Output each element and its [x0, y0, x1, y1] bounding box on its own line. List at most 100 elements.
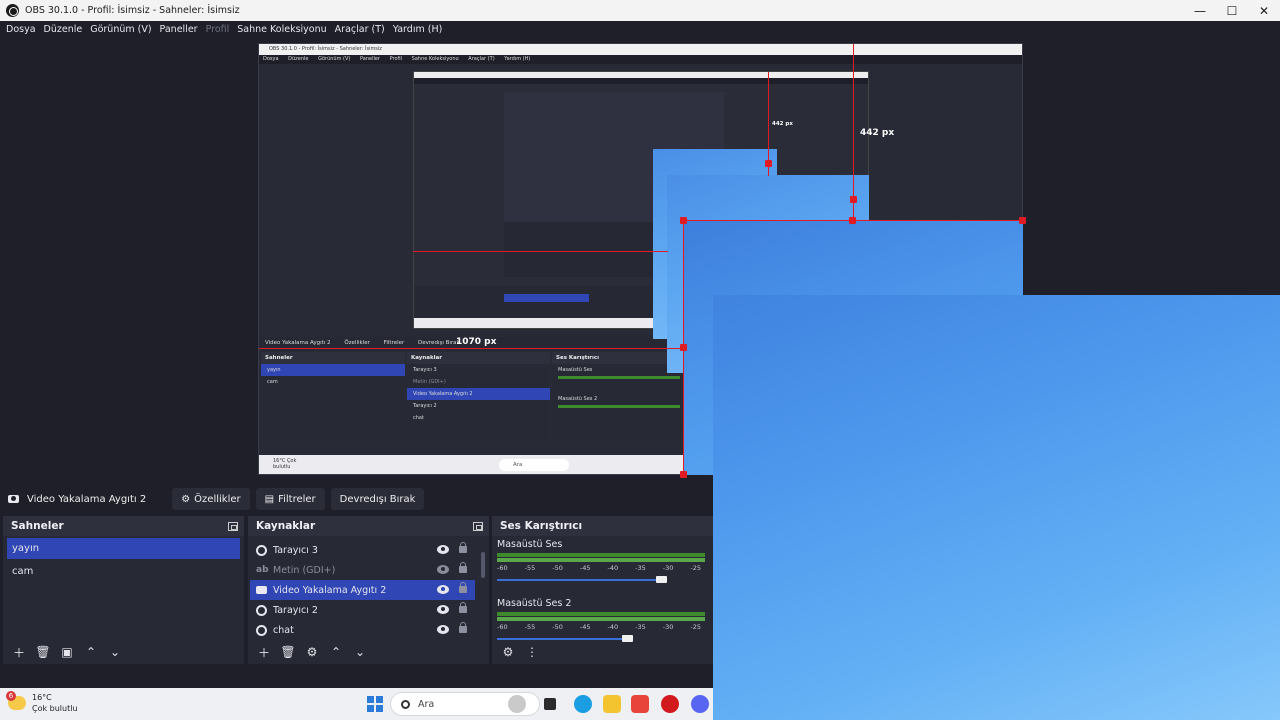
- move-down-button[interactable]: ⌄: [350, 642, 370, 662]
- mixer-menu-button[interactable]: ⋮: [522, 642, 542, 662]
- source-item[interactable]: chat: [250, 620, 475, 640]
- eye-icon[interactable]: [437, 545, 449, 554]
- nested-scene-row: cam: [267, 379, 278, 385]
- scene-item[interactable]: yayın: [7, 538, 240, 559]
- volume-meter: [497, 617, 705, 621]
- minimize-button[interactable]: —: [1184, 0, 1216, 21]
- source-item[interactable]: Video Yakalama Aygıtı 2: [250, 580, 475, 600]
- source-item[interactable]: Tarayıcı 2: [250, 600, 475, 620]
- scale-tick: -25: [690, 623, 701, 631]
- camera-icon: [256, 586, 267, 594]
- windows-start-icon[interactable]: [367, 696, 383, 712]
- filters-button[interactable]: ▤ Filtreler: [255, 488, 325, 510]
- nested-mixer-panel: Ses Karıştırıcı Masaüstü Ses Masaüstü Se…: [552, 352, 686, 442]
- nested-mixer-title: Ses Karıştırıcı: [552, 352, 686, 364]
- source-toolbar: Video Yakalama Aygıtı 2 ⚙ Özellikler ▤ F…: [0, 486, 713, 512]
- menu-docks[interactable]: Paneller: [158, 24, 204, 35]
- lock-icon[interactable]: [459, 622, 467, 633]
- opera-icon[interactable]: [661, 695, 679, 713]
- menu-view[interactable]: Görünüm (V): [88, 24, 157, 35]
- scale-tick: -40: [607, 623, 619, 631]
- resize-handle-left[interactable]: [680, 344, 687, 351]
- move-up-button[interactable]: ⌃: [81, 642, 101, 662]
- task-view-icon[interactable]: [544, 698, 556, 710]
- move-down-button[interactable]: ⌄: [105, 642, 125, 662]
- globe-icon: [256, 624, 267, 636]
- width-guide-line: [413, 251, 668, 252]
- eye-icon[interactable]: [437, 605, 449, 614]
- advanced-audio-button[interactable]: ⚙: [498, 642, 518, 662]
- volume-meter: [497, 558, 705, 562]
- close-button[interactable]: ✕: [1248, 0, 1280, 21]
- resize-handle[interactable]: [850, 196, 857, 203]
- menu-profile[interactable]: Profil: [204, 24, 236, 35]
- move-up-button[interactable]: ⌃: [326, 642, 346, 662]
- edge-icon[interactable]: [574, 695, 592, 713]
- lock-icon[interactable]: [459, 602, 467, 613]
- resize-handle-top-left[interactable]: [680, 217, 687, 224]
- source-item[interactable]: Tarayıcı 3: [250, 540, 475, 560]
- file-explorer-icon[interactable]: [603, 695, 621, 713]
- sources-scrollbar[interactable]: [481, 552, 485, 578]
- widget-icon[interactable]: [508, 695, 526, 713]
- resize-handle[interactable]: [765, 160, 772, 167]
- maximize-button[interactable]: ☐: [1216, 0, 1248, 21]
- volume-slider-thumb[interactable]: [656, 576, 667, 583]
- weather-widget[interactable]: 6 16°C Çok bulutlu: [6, 691, 78, 714]
- scale-tick: -60: [497, 564, 508, 572]
- properties-label: Özellikler: [194, 493, 241, 505]
- nested-scenes-panel: Sahneler yayın cam: [261, 352, 405, 442]
- add-source-button[interactable]: ＋: [254, 642, 274, 662]
- resize-handle-top-right[interactable]: [1019, 217, 1026, 224]
- remove-source-button[interactable]: 🗑: [278, 642, 298, 662]
- discord-icon[interactable]: [691, 695, 709, 713]
- scale-tick: -50: [552, 564, 563, 572]
- resize-handle-bottom-left[interactable]: [680, 471, 687, 478]
- menu-file[interactable]: Dosya: [4, 24, 42, 35]
- nested-search: Ara: [499, 459, 569, 471]
- nested-properties: Özellikler: [344, 340, 370, 346]
- mixer-footer: ⚙ ⋮: [492, 640, 713, 664]
- lock-icon[interactable]: [459, 562, 467, 573]
- taskbar-search-placeholder: Ara: [418, 698, 435, 710]
- globe-icon: [256, 604, 267, 616]
- height-measure-label: 442 px: [860, 128, 895, 138]
- source-item[interactable]: ab Metin (GDI+): [250, 560, 475, 580]
- disable-button[interactable]: Devredışı Bırak: [330, 488, 425, 510]
- remove-scene-button[interactable]: 🗑: [33, 642, 53, 662]
- yandex-icon[interactable]: [631, 695, 649, 713]
- scene-item[interactable]: cam: [7, 561, 240, 582]
- menu-tools[interactable]: Araçlar (T): [333, 24, 391, 35]
- nested-source-row: Tarayıcı 3: [413, 367, 437, 373]
- mixer-track-name: Masaüstü Ses: [497, 539, 563, 550]
- nested-preview-block: [504, 222, 664, 277]
- nested-mixer-track: Masaüstü Ses 2: [558, 396, 598, 402]
- scene-filters-button[interactable]: ▣: [57, 642, 77, 662]
- menu-edit[interactable]: Düzenle: [42, 24, 89, 35]
- width-measure-label: 1070 px: [456, 337, 497, 347]
- source-properties-button[interactable]: ⚙: [302, 642, 322, 662]
- eye-hidden-icon[interactable]: [437, 565, 449, 574]
- eye-icon[interactable]: [437, 625, 449, 634]
- nested-menu-item: Yardım (H): [504, 56, 531, 62]
- undock-icon[interactable]: [228, 521, 238, 531]
- scale-tick: -45: [579, 564, 591, 572]
- volume-slider[interactable]: [497, 575, 705, 585]
- menu-help[interactable]: Yardım (H): [391, 24, 449, 35]
- eye-icon[interactable]: [437, 585, 449, 594]
- properties-button[interactable]: ⚙ Özellikler: [172, 488, 250, 510]
- nested-filters: Filtreler: [383, 340, 405, 346]
- undock-icon[interactable]: [473, 521, 483, 531]
- nested-menu-item: Düzenle: [288, 56, 309, 62]
- resize-handle-top[interactable]: [849, 217, 856, 224]
- lock-icon[interactable]: [459, 542, 467, 553]
- menu-scene-collection[interactable]: Sahne Koleksiyonu: [235, 24, 332, 35]
- source-label: Video Yakalama Aygıtı 2: [273, 584, 387, 596]
- scale-tick: -25: [690, 564, 701, 572]
- current-source: Video Yakalama Aygıtı 2: [8, 494, 146, 505]
- add-scene-button[interactable]: ＋: [9, 642, 29, 662]
- gear-icon: ⚙: [181, 493, 191, 505]
- nested-menu-item: Dosya: [263, 56, 279, 62]
- meter-scale: -60 -55 -50 -45 -40 -35 -30 -25: [497, 623, 705, 631]
- lock-icon[interactable]: [459, 582, 467, 593]
